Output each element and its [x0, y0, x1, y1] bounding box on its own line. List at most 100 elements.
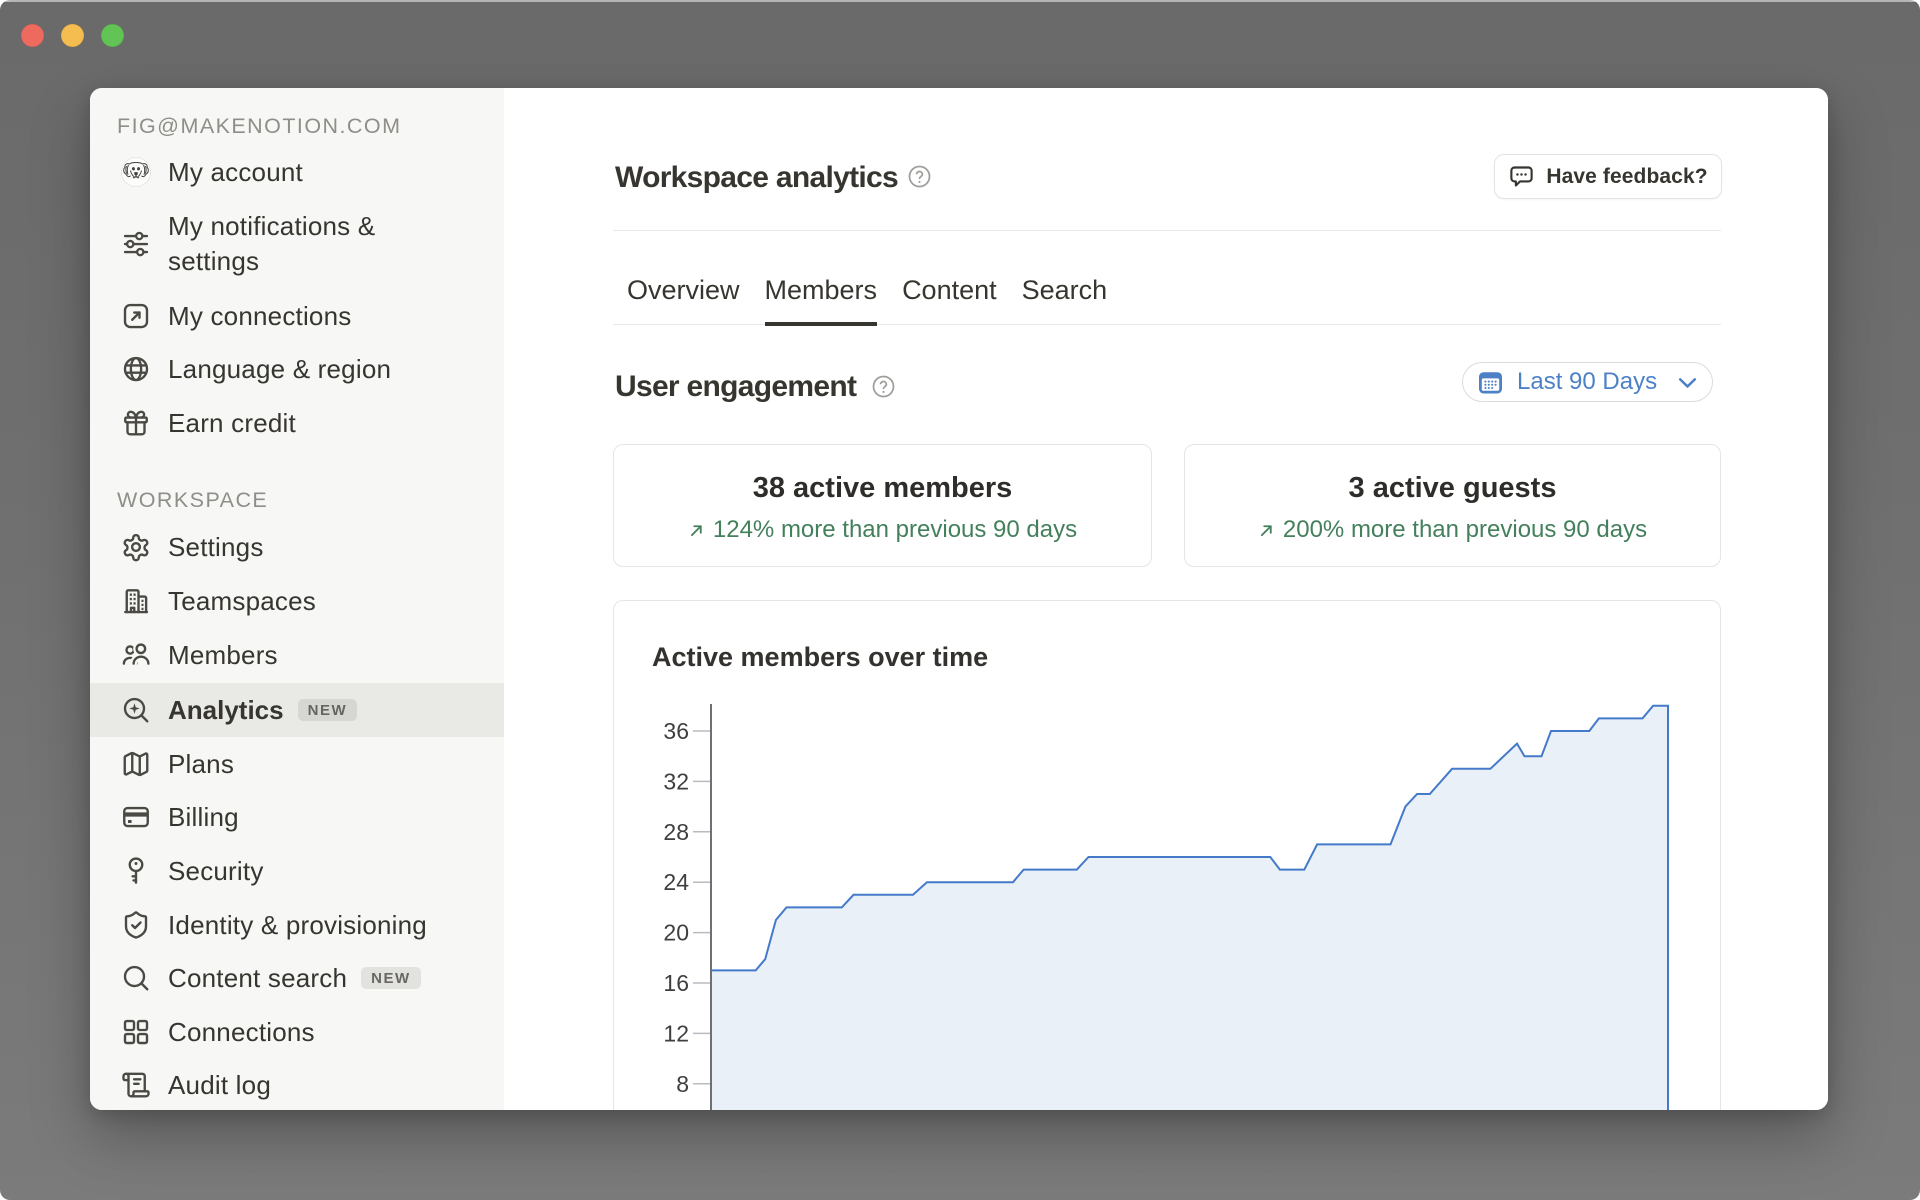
- sidebar-item-label: Connections: [168, 1017, 315, 1048]
- sidebar-item-label: Earn credit: [168, 408, 296, 439]
- sidebar-item-earn-credit[interactable]: Earn credit: [90, 396, 504, 450]
- y-tick-label: 16: [663, 970, 689, 996]
- sidebar-item-my-connections[interactable]: My connections: [90, 289, 504, 343]
- sidebar-item-label: Audit log: [168, 1070, 271, 1101]
- magnifier-sparkle-icon: [121, 695, 151, 725]
- building-icon: [121, 586, 151, 616]
- gift-icon: [121, 408, 151, 438]
- help-icon[interactable]: [907, 164, 932, 189]
- analytics-tabs: Overview Members Content Search: [627, 269, 1107, 324]
- sidebar-item-language-region[interactable]: Language & region: [90, 342, 504, 396]
- stat-card: 3 active guests 200% more than previous 9…: [1184, 444, 1721, 567]
- credit-card-icon: [121, 802, 151, 832]
- sliders-icon: [121, 229, 151, 259]
- arrow-up-right-icon: [688, 522, 705, 539]
- settings-modal: FIG@MAKENOTION.COM My account My notifica…: [90, 88, 1828, 1110]
- sidebar-item-label: Language & region: [168, 354, 391, 385]
- header-divider: [613, 230, 1721, 231]
- sidebar-item-billing[interactable]: Billing: [90, 790, 504, 844]
- stat-card: 38 active members 124% more than previous…: [613, 444, 1152, 567]
- active-members-chart: 8 12 16 20 24 28 32 36: [614, 601, 1722, 1110]
- sidebar-item-label: Plans: [168, 749, 234, 780]
- sidebar-item-label: Members: [168, 640, 278, 671]
- sidebar-item-my-notifications-settings[interactable]: My notifications & settings: [90, 199, 504, 288]
- feedback-bubble-icon: [1508, 163, 1535, 190]
- chart-card: 8 12 16 20 24 28 32 36 Active members over time: [613, 600, 1721, 1110]
- sidebar-item-content-search[interactable]: Content search NEW: [90, 951, 504, 1005]
- settings-sidebar: FIG@MAKENOTION.COM My account My notifica…: [90, 88, 504, 1110]
- sidebar-item-settings[interactable]: Settings: [90, 520, 504, 574]
- y-tick-label: 12: [663, 1020, 689, 1046]
- stat-value: 3 active guests: [1349, 472, 1557, 505]
- y-tick-label: 28: [663, 819, 689, 845]
- sidebar-item-label: Security: [168, 856, 264, 887]
- minimize-button[interactable]: [61, 24, 84, 47]
- account-email-label: FIG@MAKENOTION.COM: [117, 114, 401, 139]
- stat-delta: 200% more than previous 90 days: [1258, 516, 1647, 544]
- stat-delta-text: 124% more than previous 90 days: [713, 516, 1077, 544]
- have-feedback-button[interactable]: Have feedback?: [1494, 154, 1722, 199]
- close-button[interactable]: [21, 24, 44, 47]
- shield-check-icon: [121, 910, 151, 940]
- people-icon: [121, 640, 151, 670]
- tab-search[interactable]: Search: [1022, 269, 1108, 324]
- arrow-up-right-icon: [1258, 522, 1275, 539]
- sidebar-item-members[interactable]: Members: [90, 628, 504, 682]
- sidebar-item-teamspaces[interactable]: Teamspaces: [90, 574, 504, 628]
- sidebar-item-label: My notifications & settings: [168, 209, 438, 279]
- sidebar-item-my-account[interactable]: My account: [90, 145, 504, 199]
- tab-overview[interactable]: Overview: [627, 269, 740, 324]
- sidebar-item-identity-provisioning[interactable]: Identity & provisioning: [90, 898, 504, 952]
- settings-content: Workspace analytics Have feedback? Overv…: [504, 88, 1828, 1110]
- sidebar-item-label: Content search: [168, 963, 347, 994]
- traffic-lights: [21, 24, 124, 47]
- page-title: Workspace analytics: [615, 161, 898, 195]
- section-help-icon[interactable]: [871, 374, 896, 399]
- sidebar-item-plans[interactable]: Plans: [90, 737, 504, 791]
- calendar-icon: [1477, 369, 1504, 396]
- tab-members[interactable]: Members: [765, 269, 878, 324]
- sidebar-item-audit-log[interactable]: Audit log: [90, 1058, 504, 1110]
- workspace-section-label: WORKSPACE: [117, 488, 268, 513]
- y-tick-label: 36: [663, 718, 689, 744]
- stat-delta-text: 200% more than previous 90 days: [1283, 516, 1647, 544]
- globe-icon: [121, 354, 151, 384]
- sidebar-item-label: Settings: [168, 532, 264, 563]
- chevron-down-icon: [1675, 370, 1700, 395]
- y-tick-label: 8: [676, 1071, 689, 1097]
- scroll-icon: [121, 1070, 151, 1100]
- sidebar-item-analytics[interactable]: Analytics NEW: [90, 683, 504, 737]
- sidebar-item-security[interactable]: Security: [90, 844, 504, 898]
- arrow-up-right-box-icon: [121, 301, 151, 331]
- magnifier-icon: [121, 963, 151, 993]
- sidebar-item-label: My account: [168, 157, 303, 188]
- grid-icon: [121, 1017, 151, 1047]
- map-icon: [121, 749, 151, 779]
- gear-icon: [121, 532, 151, 562]
- sidebar-item-label: Identity & provisioning: [168, 910, 427, 941]
- y-tick-label: 32: [663, 768, 689, 794]
- avatar-koala-icon: [121, 157, 151, 187]
- chart-title: Active members over time: [652, 642, 988, 673]
- tab-content[interactable]: Content: [902, 269, 997, 324]
- y-tick-label: 24: [663, 869, 689, 895]
- sidebar-item-label: My connections: [168, 301, 351, 332]
- date-range-label: Last 90 Days: [1517, 368, 1657, 396]
- app-window: FIG@MAKENOTION.COM My account My notifica…: [0, 0, 1920, 1200]
- chart-area-fill: [711, 706, 1668, 1110]
- key-icon: [121, 856, 151, 886]
- stat-delta: 124% more than previous 90 days: [688, 516, 1077, 544]
- new-badge: NEW: [361, 967, 421, 989]
- y-tick-label: 20: [663, 920, 689, 946]
- date-range-button[interactable]: Last 90 Days: [1462, 362, 1713, 402]
- stat-cards: 38 active members 124% more than previous…: [613, 444, 1721, 567]
- stat-value: 38 active members: [753, 472, 1013, 505]
- zoom-button[interactable]: [101, 24, 124, 47]
- sidebar-item-label: Analytics: [168, 695, 284, 726]
- sidebar-item-label: Teamspaces: [168, 586, 316, 617]
- new-badge: NEW: [298, 699, 358, 721]
- sidebar-item-connections[interactable]: Connections: [90, 1005, 504, 1059]
- section-heading: User engagement: [615, 370, 856, 404]
- feedback-button-label: Have feedback?: [1546, 165, 1707, 189]
- sidebar-item-label: Billing: [168, 802, 239, 833]
